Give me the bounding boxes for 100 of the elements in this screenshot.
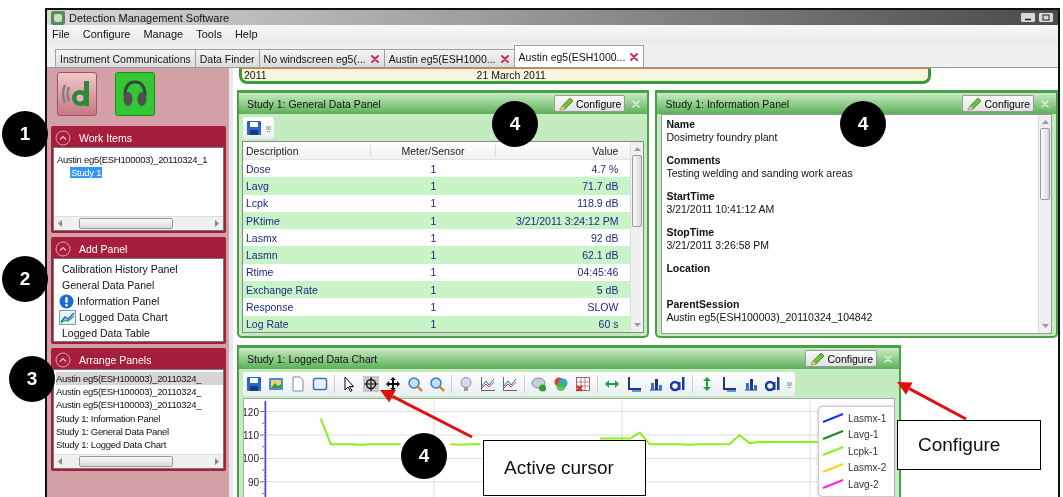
field-value: Testing welding and sanding work areas [666,167,853,180]
table-cell-text: 3/21/2011 3:24:12 PM [514,214,620,227]
scroll-up-icon[interactable] [633,146,641,151]
close-icon[interactable] [629,51,640,62]
save-icon[interactable] [246,120,262,136]
panel-option[interactable]: General Data Panel [62,279,155,291]
vertical-scrollbar[interactable] [630,142,644,332]
panel-option[interactable]: Logged Data Table [62,327,150,339]
configure-button[interactable]: Configure [962,95,1034,112]
scroll-thumb[interactable] [79,456,173,467]
axis-icon[interactable] [721,376,737,392]
save-icon[interactable] [246,376,262,392]
menu-item[interactable]: Configure [82,28,131,40]
tab-label: Instrument Communications [60,52,191,65]
zoom-icon[interactable] [407,376,423,392]
axis-tick-label: 90 [247,476,259,488]
document-tab[interactable]: Instrument Communications [55,49,196,67]
crosshair-icon[interactable] [363,376,379,392]
menu-item[interactable]: Help [234,28,258,40]
column-header[interactable]: Description [243,144,371,157]
image-icon[interactable] [268,376,284,392]
pointer-icon[interactable] [341,376,357,392]
column-header[interactable]: Value [496,144,631,157]
close-icon[interactable] [499,53,510,64]
scroll-up-icon[interactable] [1041,119,1049,124]
move-icon[interactable] [385,376,401,392]
panel-title: Study 1: Logged Data Chart [247,352,378,365]
scroll-down-icon[interactable] [633,323,641,328]
configure-button[interactable]: Configure [553,95,626,112]
headphones-button[interactable] [115,72,155,116]
line-chart-icon[interactable] [480,376,496,392]
table-cell-text: 1 [429,249,438,262]
minimize-icon[interactable] [1020,12,1036,23]
table-cell-text: 04:45:46 [576,266,620,279]
window-icon[interactable] [312,376,328,392]
overflow-icon[interactable] [787,380,792,388]
close-icon[interactable] [369,53,380,64]
bar-chart-icon[interactable] [743,376,759,392]
scroll-left-icon[interactable] [58,220,63,227]
tree-item[interactable]: Austin eg5(ESH100003)_20110324_1 [56,154,209,165]
comment-add-icon[interactable] [531,376,547,392]
tab-label: Data Finder [199,52,255,65]
table-cell-text: 62.1 dB [581,249,620,262]
menu-item[interactable]: Tools [196,28,222,40]
table-cell-text: Exchange Rate [245,283,319,296]
scroll-thumb[interactable] [79,218,173,229]
app-launch-button[interactable] [57,72,97,116]
document-tab[interactable]: Austin eg5(ESH1000... [383,49,515,67]
panel-list-item[interactable]: Austin eg5(ESH100003)_20110324_ [56,398,223,412]
table-cell-text: SLOW [586,301,620,313]
panel-list-item[interactable]: Study 1: Information Panel [56,411,223,425]
field-label: Comments [666,154,721,167]
document-tab[interactable]: Austin eg5(ESH1000... [513,45,645,67]
overflow-icon[interactable] [266,124,271,132]
collapse-icon[interactable] [55,351,71,368]
table-cell-text: 60 s [597,318,620,331]
legend-label: Lasmx-1 [848,412,887,424]
axis-icon[interactable] [626,376,642,392]
vertical-scrollbar[interactable] [1038,115,1051,333]
restore-icon[interactable] [1038,12,1054,23]
grid-delete-icon[interactable] [575,376,591,392]
pencil-icon [966,96,983,111]
column-header[interactable]: Meter/Sensor [371,144,496,157]
text-style-icon[interactable] [670,376,686,392]
panel-list-item[interactable]: Austin eg5(ESH100003)_20110324_ [56,372,223,386]
menu-item[interactable]: Manage [143,28,184,40]
scroll-right-icon[interactable] [214,220,219,227]
collapse-icon[interactable] [55,240,71,257]
annotation-label: Configure [897,420,1041,470]
scroll-thumb[interactable] [632,155,643,227]
table-cell-text: 92 dB [590,231,620,244]
panel-list-item[interactable]: Austin eg5(ESH100003)_20110324_ [56,385,223,399]
horizontal-scrollbar[interactable] [54,216,223,230]
horizontal-scrollbar[interactable] [54,454,223,468]
menu-item[interactable]: File [52,28,70,40]
text-style-icon[interactable] [765,376,781,392]
scroll-left-icon[interactable] [58,458,63,465]
document-tab[interactable]: No windscreen eg5(... [258,49,385,67]
panel-option[interactable]: Calibration History Panel [62,263,178,275]
panel-list-item[interactable]: Study 1: Logged Data Chart [56,438,223,452]
configure-button[interactable]: Configure [805,350,877,367]
line-chart-icon[interactable] [502,376,518,392]
table-cell-text: 1 [429,162,438,175]
scroll-thumb[interactable] [1040,128,1050,200]
legend-label: Lasmx-2 [848,462,887,474]
tab-label: Austin eg5(ESH1000... [388,52,496,65]
collapse-icon[interactable] [55,129,71,146]
table-cell-text: 4.7 % [590,162,620,175]
panel-option[interactable]: Information Panel [77,295,160,307]
scroll-down-icon[interactable] [1041,324,1049,329]
scroll-right-icon[interactable] [214,458,219,465]
color-palette-icon[interactable] [553,376,569,392]
legend-label: Lavg-1 [848,429,879,441]
panel-option[interactable]: Logged Data Chart [79,311,168,323]
page-icon[interactable] [290,376,306,392]
panel-list-item[interactable]: Study 1: General Data Panel [56,424,223,438]
lightbulb-icon[interactable] [458,376,474,392]
zoom-icon[interactable] [429,376,445,392]
document-tab[interactable]: Data Finder [194,49,260,67]
bar-chart-icon[interactable] [648,376,664,392]
